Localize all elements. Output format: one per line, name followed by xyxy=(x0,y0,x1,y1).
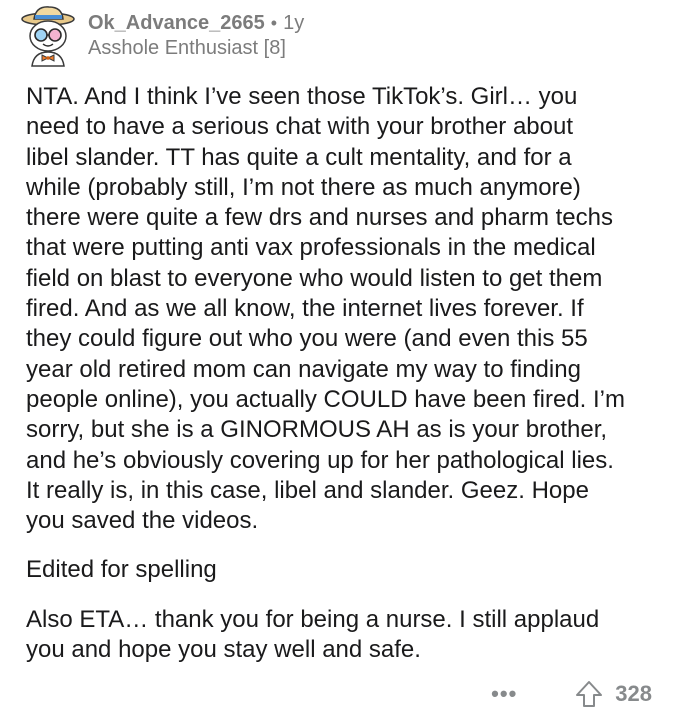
avatar[interactable] xyxy=(20,6,78,68)
comment-paragraph: NTA. And I think I’ve seen those TikTok’… xyxy=(26,83,625,535)
vote-score: 328 xyxy=(615,681,652,706)
user-flair: Asshole Enthusiast [8] xyxy=(88,37,286,59)
author-line: Ok_Advance_2665 • 1y xyxy=(88,12,304,35)
separator-dot: • xyxy=(270,13,278,33)
comment-actions: ••• 328 xyxy=(491,680,652,708)
comment-header: Ok_Advance_2665 • 1y Asshole Enthusiast … xyxy=(20,6,304,72)
upvote-arrow-icon[interactable] xyxy=(575,680,603,708)
comment-paragraph: Also ETA… thank you for being a nurse. I… xyxy=(26,605,600,664)
comment-body: NTA. And I think I’ve seen those TikTok’… xyxy=(26,82,676,684)
more-options-button[interactable]: ••• xyxy=(491,681,517,707)
comment-paragraph: Edited for spelling xyxy=(26,556,217,584)
comment-meta: Ok_Advance_2665 • 1y Asshole Enthusiast … xyxy=(88,12,304,60)
username-link[interactable]: Ok_Advance_2665 xyxy=(88,12,265,35)
comment-age: 1y xyxy=(283,12,305,34)
